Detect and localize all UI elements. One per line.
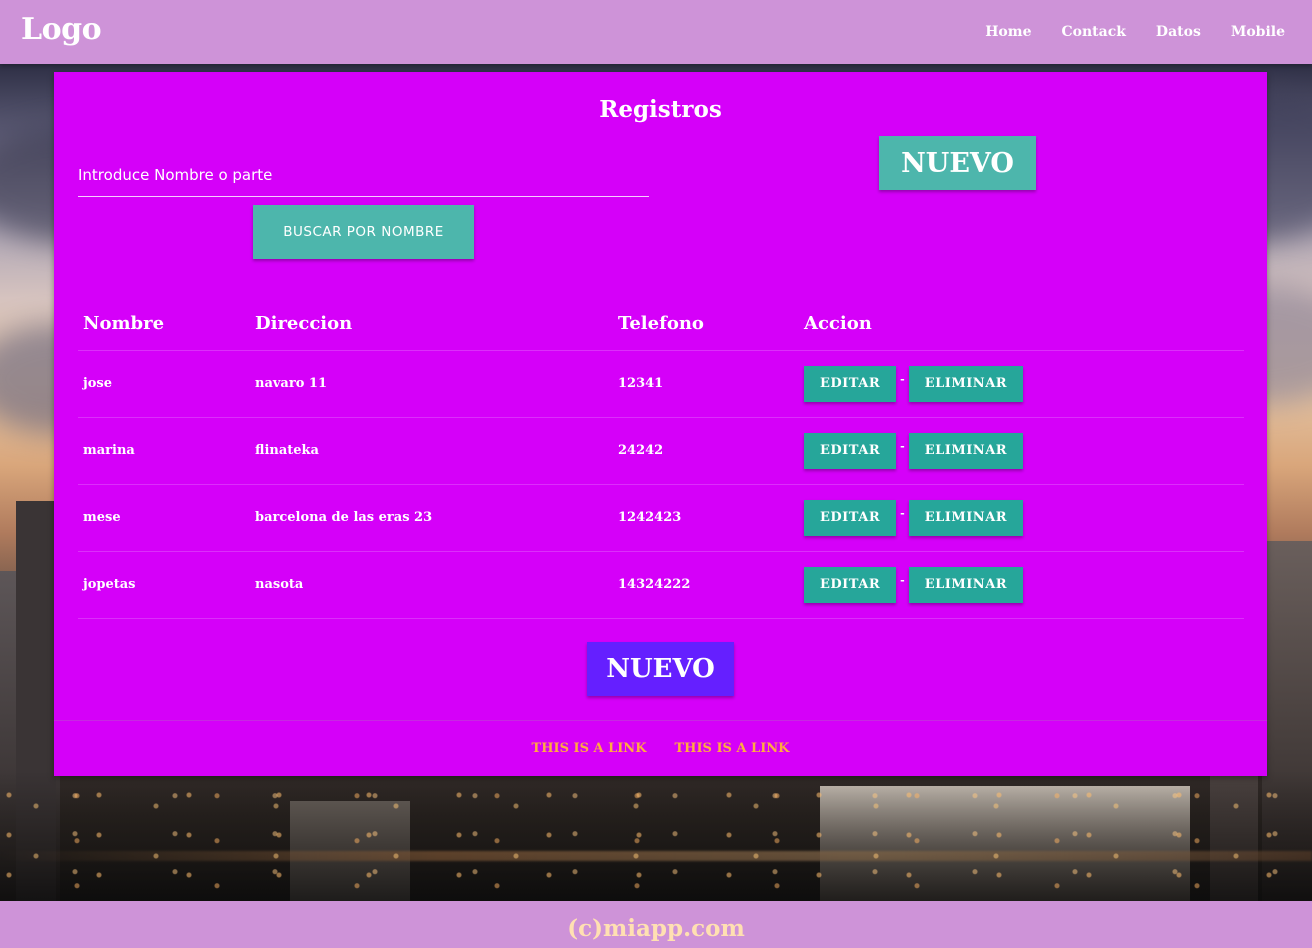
action-separator: -	[900, 507, 905, 520]
header-nombre: Nombre	[78, 298, 250, 351]
table-row: jopetas nasota 14324222 EDITAR - ELIMINA…	[78, 551, 1244, 619]
cell-nombre: jopetas	[78, 551, 250, 619]
nav-contack[interactable]: Contack	[1047, 24, 1141, 40]
edit-button[interactable]: EDITAR	[804, 499, 897, 536]
delete-button[interactable]: ELIMINAR	[908, 499, 1024, 536]
top-navbar: Logo Home Contack Datos Mobile	[0, 0, 1312, 64]
cell-nombre: jose	[78, 350, 250, 418]
registros-card: Registros BUSCAR POR NOMBRE NUEVO Nombre…	[54, 72, 1267, 776]
card-title: Registros	[599, 96, 722, 123]
edit-button[interactable]: EDITAR	[804, 432, 897, 469]
new-record-button-top[interactable]: NUEVO	[879, 136, 1036, 190]
cell-telefono: 1242423	[613, 484, 799, 552]
search-by-name-button[interactable]: BUSCAR POR NOMBRE	[253, 205, 474, 259]
table-row: mese barcelona de las eras 23 1242423 ED…	[78, 484, 1244, 552]
page-footer: (c)miapp.com	[0, 901, 1312, 948]
new-record-button-bottom[interactable]: NUEVO	[587, 642, 734, 696]
table-row: marina flinateka 24242 EDITAR - ELIMINAR	[78, 417, 1244, 485]
header-telefono: Telefono	[613, 298, 799, 351]
action-separator: -	[900, 373, 905, 386]
cell-accion: EDITAR - ELIMINAR	[799, 484, 1244, 552]
nav-datos[interactable]: Datos	[1141, 24, 1216, 40]
card-link-2[interactable]: THIS IS A LINK	[675, 741, 790, 756]
action-separator: -	[900, 574, 905, 587]
cell-direccion: navaro 11	[250, 350, 613, 418]
table-row: jose navaro 11 12341 EDITAR - ELIMINAR	[78, 350, 1244, 418]
footer-copyright: (c)miapp.com	[567, 915, 745, 942]
cell-telefono: 12341	[613, 350, 799, 418]
card-action-links: THIS IS A LINK THIS IS A LINK	[54, 720, 1267, 776]
cell-telefono: 14324222	[613, 551, 799, 619]
card-link-1[interactable]: THIS IS A LINK	[532, 741, 647, 756]
cell-accion: EDITAR - ELIMINAR	[799, 551, 1244, 619]
action-separator: -	[900, 440, 905, 453]
cell-direccion: nasota	[250, 551, 613, 619]
records-table: Nombre Direccion Telefono Accion jose na…	[78, 298, 1244, 619]
nav-mobile[interactable]: Mobile	[1216, 24, 1300, 40]
cell-direccion: flinateka	[250, 417, 613, 485]
header-direccion: Direccion	[250, 298, 613, 351]
cell-nombre: mese	[78, 484, 250, 552]
cell-nombre: marina	[78, 417, 250, 485]
cell-accion: EDITAR - ELIMINAR	[799, 350, 1244, 418]
delete-button[interactable]: ELIMINAR	[908, 566, 1024, 603]
delete-button[interactable]: ELIMINAR	[908, 432, 1024, 469]
nav-home[interactable]: Home	[970, 24, 1046, 40]
edit-button[interactable]: EDITAR	[804, 566, 897, 603]
edit-button[interactable]: EDITAR	[804, 365, 897, 402]
cell-telefono: 24242	[613, 417, 799, 485]
logo-link[interactable]: Logo	[21, 12, 102, 47]
table-header-row: Nombre Direccion Telefono Accion	[78, 298, 1244, 351]
main-nav: Home Contack Datos Mobile	[970, 0, 1300, 64]
header-accion: Accion	[799, 298, 1244, 351]
delete-button[interactable]: ELIMINAR	[908, 365, 1024, 402]
cell-accion: EDITAR - ELIMINAR	[799, 417, 1244, 485]
cell-direccion: barcelona de las eras 23	[250, 484, 613, 552]
search-name-input[interactable]	[78, 154, 649, 197]
